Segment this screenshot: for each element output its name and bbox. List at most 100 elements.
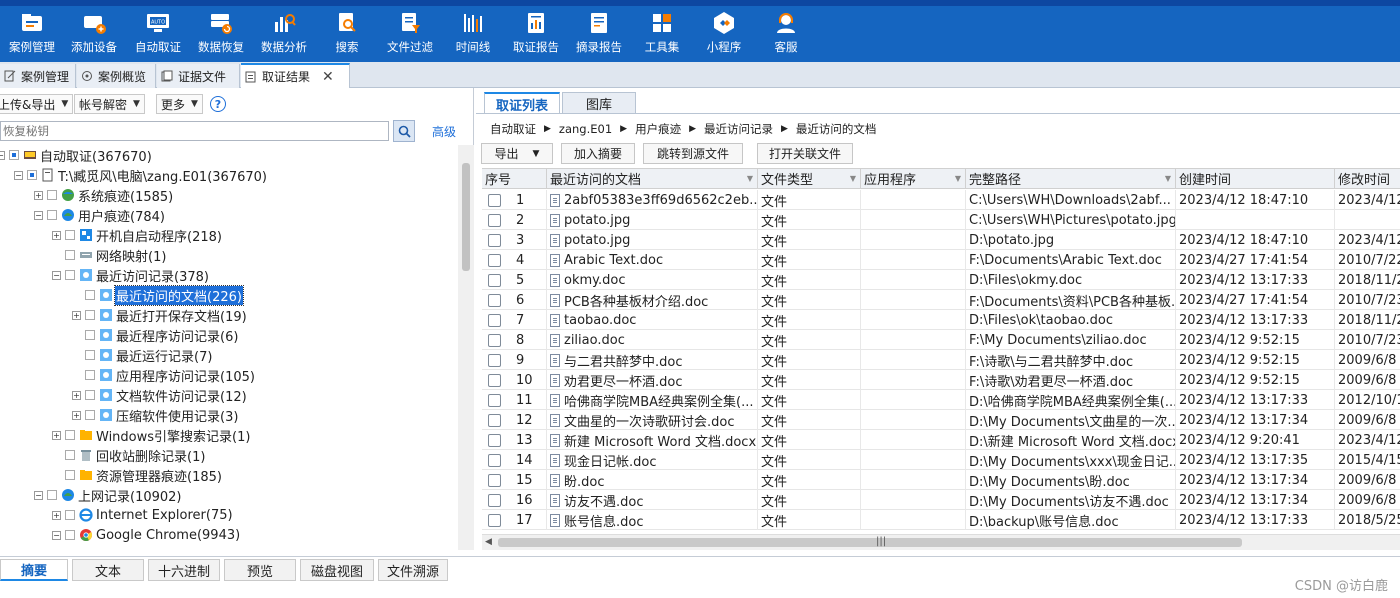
tree-node-google-chrome[interactable]: − Google Chrome(9943) <box>52 525 241 545</box>
col-file-type-header[interactable]: 文件类型 ▼ <box>758 169 861 189</box>
breadcrumb-item[interactable]: 最近访问记录 <box>704 121 773 137</box>
help-button[interactable]: ? <box>210 93 226 115</box>
toolbar-case-management-button[interactable]: 案例管理 <box>0 10 64 60</box>
tree-checkbox[interactable] <box>85 390 95 400</box>
tree-node-network-mapping[interactable]: 网络映射(1) <box>52 245 167 265</box>
row-checkbox[interactable] <box>488 353 501 367</box>
tree-node-recent-runs[interactable]: 最近运行记录(7) <box>72 345 213 365</box>
tree-node-disk-image[interactable]: − T:\臧觅风\电脑\zang.E01(367670) <box>14 165 268 185</box>
row-checkbox[interactable] <box>488 453 501 467</box>
table-row[interactable]: 4 Arabic Text.doc 文件 F:\Documents\Arabic Te… <box>482 250 1400 270</box>
tree-checkbox[interactable] <box>85 370 95 380</box>
tab-case-overview[interactable]: 案例概览 <box>77 64 156 88</box>
collapse-icon[interactable]: − <box>34 490 43 500</box>
filter-icon[interactable]: ▼ <box>955 174 961 183</box>
filter-icon[interactable]: ▼ <box>1165 174 1171 183</box>
breadcrumb-item[interactable]: 用户痕迹 <box>635 121 681 137</box>
row-checkbox[interactable] <box>488 273 501 287</box>
expand-icon[interactable]: + <box>52 430 61 440</box>
toolbar-data-recovery-button[interactable]: 数据恢复 <box>189 10 253 60</box>
col-application-header[interactable]: 应用程序 ▼ <box>861 169 966 189</box>
breadcrumb-item[interactable]: zang.E01 <box>559 122 612 136</box>
tree-checkbox[interactable] <box>47 490 57 500</box>
expand-icon[interactable]: + <box>52 230 61 240</box>
tree-node-recent-programs[interactable]: 最近程序访问记录(6) <box>72 325 239 345</box>
row-checkbox[interactable] <box>488 193 501 207</box>
toolbar-file-filter-button[interactable]: 文件过滤 <box>378 10 442 60</box>
table-row[interactable]: 17 账号信息.doc 文件 D:\backup\账号信息.doc 2023/4/12 … <box>482 510 1400 530</box>
tree-node-windows-search[interactable]: + Windows引擎搜索记录(1) <box>52 425 251 445</box>
toolbar-customer-service-button[interactable]: 客服 <box>754 10 818 60</box>
row-checkbox[interactable] <box>488 513 501 527</box>
toolbar-mini-program-button[interactable]: 小程序 <box>692 10 756 60</box>
tree-node-compression-software[interactable]: + 压缩软件使用记录(3) <box>72 405 239 425</box>
tab-file-trace[interactable]: 文件溯源 <box>378 559 448 581</box>
table-row[interactable]: 9 与二君共醉梦中.doc 文件 F:\诗歌\与二君共醉梦中.doc 2023/4/12… <box>482 350 1400 370</box>
expand-icon[interactable]: + <box>72 390 81 400</box>
filter-icon[interactable]: ▼ <box>747 174 753 183</box>
table-row[interactable]: 1 2abf05383e3ff69d6562c2eb... 文件 C:\Users\W… <box>482 190 1400 210</box>
tree-checkbox[interactable] <box>65 230 75 240</box>
tree-node-recycle-bin[interactable]: 回收站删除记录(1) <box>52 445 206 465</box>
export-dropdown[interactable]: 导出 ▼ <box>481 143 553 164</box>
breadcrumb-item[interactable]: 自动取证 <box>490 121 536 137</box>
tree-checkbox[interactable] <box>27 170 37 180</box>
row-checkbox[interactable] <box>488 373 501 387</box>
expand-icon[interactable]: + <box>34 190 43 200</box>
expand-icon[interactable]: + <box>72 410 81 420</box>
tree-checkbox[interactable] <box>85 410 95 420</box>
expand-icon[interactable]: + <box>72 310 81 320</box>
collapse-icon[interactable]: − <box>0 150 5 160</box>
tab-gallery[interactable]: 图库 <box>562 92 636 114</box>
collapse-icon[interactable]: − <box>52 530 61 540</box>
col-recent-document-header[interactable]: 最近访问的文档 ▼ <box>547 169 758 189</box>
table-row[interactable]: 6 PCB各种基板材介绍.doc 文件 F:\Documents\资料\PCB各种基板… <box>482 290 1400 310</box>
toolbar-auto-forensics-button[interactable]: AUTO 自动取证 <box>126 10 190 60</box>
more-dropdown[interactable]: 更多 ▼ <box>156 93 203 115</box>
toolbar-forensic-report-button[interactable]: 取证报告 <box>504 10 568 60</box>
tab-text[interactable]: 文本 <box>72 559 144 581</box>
expand-icon[interactable]: + <box>52 510 61 520</box>
tree-node-recent-documents[interactable]: 最近访问的文档(226) <box>72 284 244 306</box>
table-row[interactable]: 14 现金日记帐.doc 文件 D:\My Documents\xxx\现金日记...… <box>482 450 1400 470</box>
table-row[interactable]: 7 taobao.doc 文件 D:\Files\ok\taobao.doc 2023/… <box>482 310 1400 330</box>
tree-node-internet-history[interactable]: − 上网记录(10902) <box>34 485 183 505</box>
table-row[interactable]: 11 哈佛商学院MBA经典案例全集(... 文件 D:\哈佛商学院MBA经典案例全集(… <box>482 390 1400 410</box>
tab-hex[interactable]: 十六进制 <box>148 559 220 581</box>
tree-node-app-access[interactable]: 应用程序访问记录(105) <box>72 365 256 385</box>
tree-scrollbar[interactable] <box>458 145 474 550</box>
tree-checkbox[interactable] <box>85 330 95 340</box>
jump-to-source-button[interactable]: 跳转到源文件 <box>643 143 743 164</box>
row-checkbox[interactable] <box>488 293 501 307</box>
toolbar-toolset-button[interactable]: 工具集 <box>630 10 694 60</box>
col-index-header[interactable]: 序号 <box>482 169 547 189</box>
tab-evidence-files[interactable]: 证据文件 <box>157 64 240 88</box>
tree-node-explorer-traces[interactable]: 资源管理器痕迹(185) <box>52 465 223 485</box>
row-checkbox[interactable] <box>488 493 501 507</box>
col-full-path-header[interactable]: 完整路径 ▼ <box>966 169 1176 189</box>
tree-checkbox[interactable] <box>47 210 57 220</box>
add-to-summary-button[interactable]: 加入摘要 <box>561 143 635 164</box>
row-checkbox[interactable] <box>488 393 501 407</box>
table-row[interactable]: 2 potato.jpg 文件 C:\Users\WH\Pictures\potato… <box>482 210 1400 230</box>
tree-checkbox[interactable] <box>65 250 75 260</box>
search-button[interactable] <box>393 120 415 142</box>
tab-summary[interactable]: 摘要 <box>0 559 68 581</box>
tab-preview[interactable]: 预览 <box>224 559 296 581</box>
table-row[interactable]: 12 文曲星的一次诗歌研讨会.doc 文件 D:\My Documents\文曲星的一… <box>482 410 1400 430</box>
toolbar-data-analysis-button[interactable]: 数据分析 <box>252 10 316 60</box>
advanced-search-link[interactable]: 高级 <box>432 123 456 140</box>
row-checkbox[interactable] <box>488 433 501 447</box>
tab-evidence-list[interactable]: 取证列表 <box>484 92 560 114</box>
row-checkbox[interactable] <box>488 313 501 327</box>
table-row[interactable]: 3 potato.jpg 文件 D:\potato.jpg 2023/4/12 18:4… <box>482 230 1400 250</box>
tree-node-user-traces[interactable]: − 用户痕迹(784) <box>34 205 166 225</box>
search-input[interactable] <box>0 121 389 141</box>
tree-checkbox[interactable] <box>47 190 57 200</box>
close-icon[interactable]: ✕ <box>322 69 334 85</box>
scroll-left-icon[interactable]: ◀ <box>485 537 492 547</box>
row-checkbox[interactable] <box>488 413 501 427</box>
row-checkbox[interactable] <box>488 253 501 267</box>
table-row[interactable]: 16 访友不遇.doc 文件 D:\My Documents\访友不遇.doc 2023… <box>482 490 1400 510</box>
scrollbar-thumb[interactable] <box>498 538 1242 547</box>
